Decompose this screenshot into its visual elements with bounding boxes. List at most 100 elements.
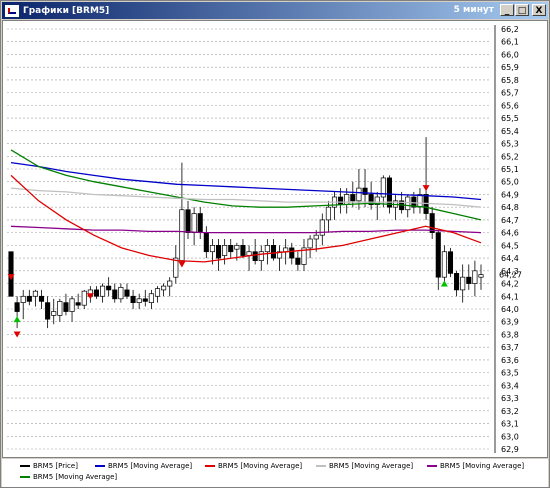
candle-body [454,273,460,291]
candle-body [45,302,51,320]
price-chart[interactable]: 66,2 66,1 66,0 65,9 65,8 65,7 65,6 65,5 65,4 65,3… [3,21,547,457]
y-tick-label: 64,6 [501,229,519,238]
y-tick-label: 63,7 [501,343,519,352]
legend-swatch [427,465,437,467]
candle-body [435,232,441,278]
candle-body [215,245,222,259]
legend: BRM5 [Price] BRM5 [Moving Average] BRM5 … [2,459,548,487]
y-tick-label: 64,8 [501,203,519,212]
candle-body [234,245,240,250]
candle-body [112,289,118,300]
buy-signal-marker [13,316,21,323]
candle-body [307,238,313,249]
candle-body [209,245,215,253]
candle-body [472,270,478,284]
candle-body [69,298,75,312]
candle-body [460,276,466,291]
candle-body [338,196,344,205]
sell-signal-marker [422,185,430,192]
candle-body [118,287,124,300]
y-tick-label: 65,1 [501,165,519,174]
candle-body [26,295,32,302]
candle-body [325,206,331,221]
minimize-button[interactable]: _ [500,4,514,16]
candle-body [441,251,447,278]
legend-item-price: BRM5 [Price] [20,462,78,470]
y-tick-label: 65,3 [501,140,519,149]
sell-signal-marker [178,261,186,268]
legend-label: BRM5 [Moving Average] [218,462,303,470]
candle-body [161,285,167,291]
y-tick-label: 65,6 [501,101,519,110]
candle-body [240,245,246,256]
y-tick-label: 65,2 [501,152,519,161]
candle-body [313,234,319,240]
y-tick-label: 63,3 [501,394,519,403]
candle-body [93,289,100,297]
candle-body [51,311,57,316]
moving-average-line [10,174,482,263]
y-tick-label: 63,2 [501,407,519,416]
y-tick-label: 65,0 [501,178,519,187]
candle-body [136,298,142,303]
candle-body [130,295,136,303]
y-tick-label: 63,8 [501,330,519,339]
legend-label: BRM5 [Price] [33,462,78,470]
candle-body [179,209,185,261]
candle-body [466,276,472,284]
candle-body [289,247,295,259]
y-tick-label: 65,5 [501,114,519,123]
candle-body [228,245,234,253]
candle-body [258,251,264,261]
chart-area[interactable]: 66,2 66,1 66,0 65,9 65,8 65,7 65,6 65,5 65,4 65,3… [2,20,548,458]
legend-label: BRM5 [Moving Average] [33,473,118,481]
y-tick-label: 63,6 [501,356,519,365]
y-tick-label: 64,1 [501,292,519,301]
candle-body [270,245,277,259]
candle-body [350,194,356,202]
candle-body [106,285,112,291]
candle-body [356,187,362,202]
interval-label: 5 минут [453,5,494,15]
candle-body [344,194,350,205]
y-tick-label: 66,0 [501,50,519,59]
candle-body [222,245,228,256]
candle-body [8,251,14,297]
close-button[interactable]: X [532,4,546,16]
y-tick-label: 65,4 [501,127,519,136]
legend-item-ma-gray: BRM5 [Moving Average] [316,462,413,470]
candle-body [148,293,154,303]
y-tick-label: 64,7 [501,216,519,225]
candle-body [142,298,148,302]
y-tick-label: 64,5 [501,241,519,250]
y-tick-label: 64,4 [501,254,519,263]
candle-body [386,177,392,208]
y-tick-label: 65,9 [501,63,519,72]
title-bar[interactable]: Графики [BRM5] 5 минут _ □ X [2,2,548,19]
legend-swatch [205,465,215,467]
legend-item-ma-green: BRM5 [Moving Average] [20,473,117,481]
candle-body [417,194,423,208]
y-tick-label: 63,5 [501,369,519,378]
legend-swatch [95,465,105,467]
candle-body [38,295,45,302]
y-tick-label: 64,9 [501,190,519,199]
candle-body [191,213,197,233]
legend-label: BRM5 [Moving Average] [329,462,414,470]
legend-label: BRM5 [Moving Average] [440,462,525,470]
candle-body [154,288,161,297]
y-tick-label: 63,0 [501,432,519,441]
legend-item-ma-red: BRM5 [Moving Average] [205,462,302,470]
chart-window: Графики [BRM5] 5 минут _ □ X 66,2 66,1 66,… [0,0,550,488]
candle-body [20,295,26,303]
candle-body [197,213,203,233]
window-title: Графики [BRM5] [23,5,110,16]
candle-body [75,302,81,306]
y-tick-label: 66,1 [501,38,519,47]
y-tick-label: 66,2 [501,25,519,34]
maximize-button[interactable]: □ [515,4,529,16]
candle-body [63,302,69,312]
candle-body [32,290,38,297]
candle-body [447,251,454,274]
y-tick-label: 63,1 [501,420,519,429]
